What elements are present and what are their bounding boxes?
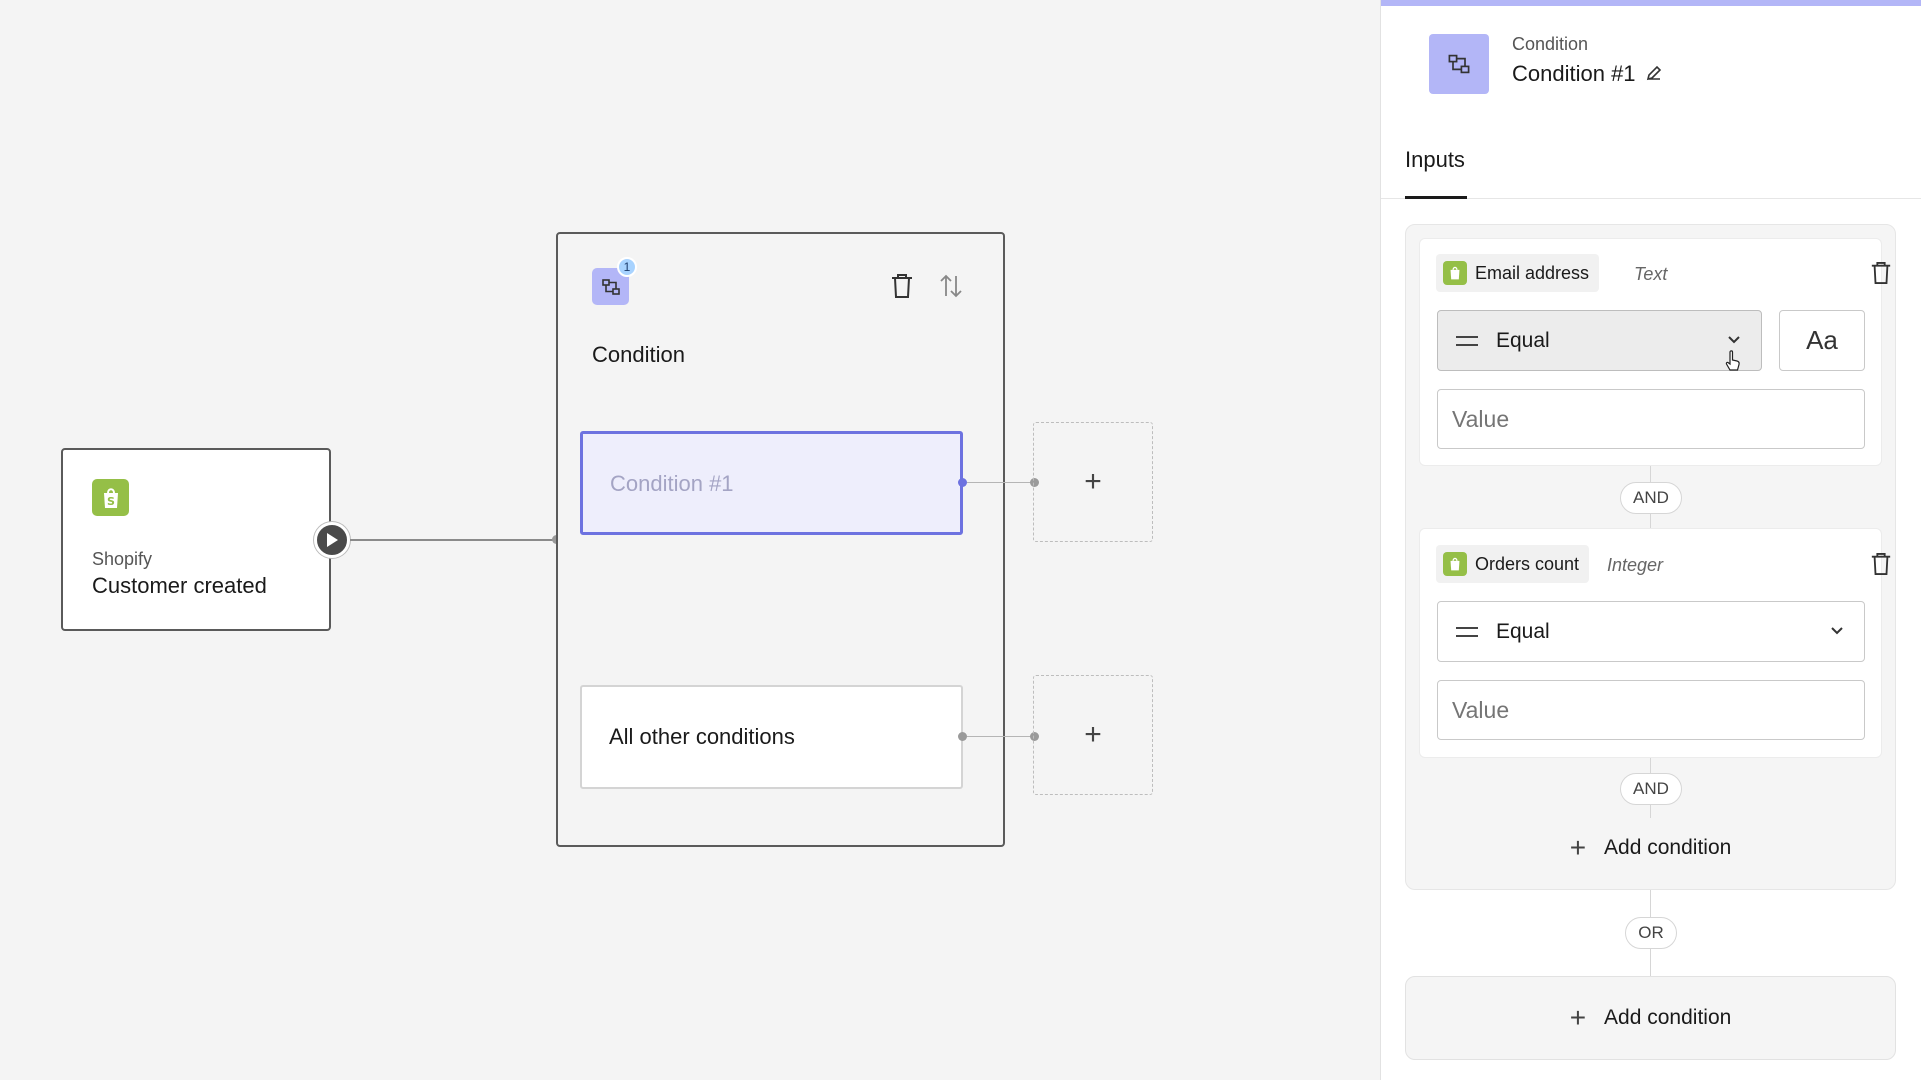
operator-value: Equal <box>1496 619 1550 643</box>
trash-icon <box>892 274 912 298</box>
connector-branch-2 <box>967 736 1037 737</box>
condition-count-badge: 1 <box>617 257 637 277</box>
panel-node-name-text: Condition #1 <box>1512 61 1636 86</box>
field-type: Integer <box>1607 555 1664 575</box>
trash-icon <box>1871 262 1891 284</box>
connector-branch-1 <box>967 482 1037 483</box>
plus-icon: + <box>1084 465 1102 498</box>
field-chip-email[interactable]: Email address <box>1436 254 1600 292</box>
trigger-app-name: Shopify <box>92 549 153 569</box>
pointer-hand-icon <box>1725 350 1740 371</box>
add-condition-label: Add condition <box>1604 836 1732 859</box>
panel-node-type: Condition <box>1512 34 1589 54</box>
shopify-icon: S <box>92 479 129 516</box>
plus-icon: + <box>1084 718 1102 751</box>
operator-value: Equal <box>1496 328 1550 352</box>
add-step-branch-2[interactable]: + <box>1033 675 1153 795</box>
delete-rule-button[interactable] <box>1865 257 1897 289</box>
connector-trigger-to-condition <box>350 539 557 541</box>
condition-node-title: Condition <box>592 342 685 367</box>
delete-condition-button[interactable] <box>886 270 918 302</box>
chevron-down-icon <box>1728 336 1740 344</box>
panel-accent-bar <box>1381 0 1921 6</box>
tab-active-indicator <box>1405 196 1467 199</box>
rename-button[interactable] <box>1646 61 1662 87</box>
workflow-canvas[interactable]: S Shopify Customer created 1 Condition C… <box>0 0 1380 1080</box>
trigger-card[interactable]: S Shopify Customer created <box>61 448 331 631</box>
branch-output-dot <box>958 478 967 487</box>
pencil-icon <box>1646 65 1661 81</box>
chevron-down-icon <box>1831 627 1843 635</box>
branch-output-dot <box>958 732 967 741</box>
branch-all-other-conditions[interactable]: All other conditions <box>580 685 963 789</box>
shopify-icon <box>1443 552 1467 576</box>
shopify-icon <box>1443 261 1467 285</box>
value-input[interactable] <box>1437 389 1865 449</box>
reorder-branches-button[interactable] <box>935 270 967 302</box>
value-input[interactable] <box>1437 680 1865 740</box>
add-step-branch-1[interactable]: + <box>1033 422 1153 542</box>
delete-rule-button[interactable] <box>1865 548 1897 580</box>
or-operator-badge: OR <box>1625 917 1677 949</box>
and-operator-badge: AND <box>1620 773 1682 805</box>
field-name: Email address <box>1475 262 1590 283</box>
case-sensitivity-toggle[interactable]: Aa <box>1779 310 1865 371</box>
field-name: Orders count <box>1475 553 1580 574</box>
trigger-event-name: Customer created <box>92 573 267 598</box>
branch-label: Condition #1 <box>610 471 734 496</box>
svg-text:S: S <box>107 495 115 508</box>
branch-label: All other conditions <box>609 724 795 749</box>
equal-icon <box>1456 335 1478 346</box>
tab-inputs[interactable]: Inputs <box>1405 147 1465 173</box>
play-icon <box>327 533 338 547</box>
run-button[interactable] <box>314 522 350 558</box>
condition-settings-panel: Condition Condition #1 Inputs Email addr… <box>1380 0 1921 1080</box>
condition-branch-icon <box>1429 34 1489 94</box>
and-operator-badge: AND <box>1620 482 1682 514</box>
plus-icon: + <box>1569 832 1587 863</box>
trash-icon <box>1871 553 1891 575</box>
add-condition-label: Add condition <box>1604 1006 1732 1029</box>
operator-select[interactable]: Equal <box>1437 601 1865 662</box>
plus-icon: + <box>1569 1002 1587 1033</box>
branch-condition-1[interactable]: Condition #1 <box>580 431 963 535</box>
panel-node-name: Condition #1 <box>1512 61 1662 87</box>
equal-icon <box>1456 626 1478 637</box>
add-and-condition-button[interactable]: + Add condition <box>1419 826 1882 870</box>
add-or-condition-button[interactable]: + Add condition <box>1405 976 1896 1060</box>
field-chip-orders-count[interactable]: Orders count <box>1436 545 1590 583</box>
sort-arrows-icon <box>940 274 962 298</box>
operator-select[interactable]: Equal <box>1437 310 1762 371</box>
field-type: Text <box>1634 264 1668 284</box>
